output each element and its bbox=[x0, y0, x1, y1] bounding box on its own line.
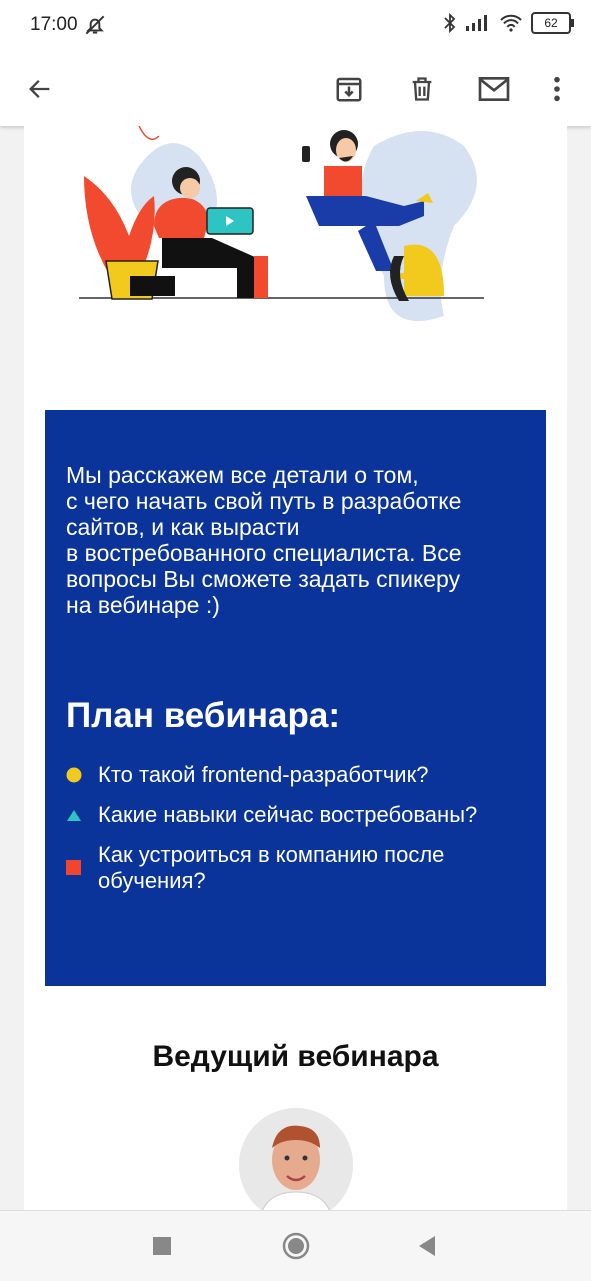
plan-item-text: Какие навыки сейчас востребованы? bbox=[98, 802, 478, 827]
plan-title: План вебинара: bbox=[66, 696, 341, 735]
host-title: Ведущий вебинара bbox=[152, 1040, 439, 1073]
archive-icon bbox=[336, 77, 362, 102]
mark-unread-button[interactable] bbox=[472, 67, 516, 111]
wifi-icon bbox=[500, 14, 522, 32]
signal-icon bbox=[466, 15, 487, 31]
circle-home-icon bbox=[282, 1232, 310, 1260]
mail-icon bbox=[478, 77, 510, 101]
arrow-back-icon bbox=[29, 80, 50, 98]
email-body: Мы расскажем все детали о том, с чего на… bbox=[0, 126, 591, 1210]
triangle-bullet-icon bbox=[66, 808, 98, 822]
status-bar: 17:00 62 bbox=[0, 0, 591, 52]
clock: 17:00 bbox=[30, 14, 78, 35]
battery-indicator: 62 bbox=[531, 12, 574, 34]
intro-text: Мы расскажем все детали о том, с чего на… bbox=[66, 462, 462, 618]
plan-item-text: Как устроиться в компанию после обучения… bbox=[98, 842, 445, 893]
muted-bell-icon bbox=[85, 15, 105, 35]
back-nav-button[interactable] bbox=[410, 1229, 444, 1263]
plan-item-skills: Какие навыки сейчас востребованы? bbox=[66, 802, 536, 828]
home-button[interactable] bbox=[279, 1229, 313, 1263]
system-navigation-bar bbox=[0, 1210, 591, 1281]
webinar-illustration bbox=[79, 126, 484, 321]
mail-toolbar bbox=[0, 52, 591, 126]
circle-bullet-icon bbox=[66, 767, 98, 783]
more-options-button[interactable] bbox=[535, 67, 579, 111]
bluetooth-icon bbox=[444, 13, 456, 33]
archive-button[interactable] bbox=[327, 67, 371, 111]
plan-item-text: Кто такой frontend-разработчик? bbox=[98, 762, 429, 787]
plan-item-who: Кто такой frontend-разработчик? bbox=[66, 762, 536, 788]
triangle-back-icon bbox=[419, 1236, 435, 1256]
status-icons: 62 bbox=[443, 12, 574, 34]
plan-item-job: Как устроиться в компанию после обучения… bbox=[66, 842, 536, 894]
back-button[interactable] bbox=[18, 67, 62, 111]
delete-button[interactable] bbox=[400, 67, 444, 111]
more-vert-icon bbox=[554, 76, 560, 102]
recents-button[interactable] bbox=[145, 1229, 179, 1263]
host-photo bbox=[239, 1108, 353, 1210]
square-bullet-icon bbox=[66, 860, 98, 876]
webinar-info-block: Мы расскажем все детали о том, с чего на… bbox=[45, 410, 546, 986]
square-recents-icon bbox=[153, 1237, 171, 1255]
plan-list: Кто такой frontend-разработчик? Какие на… bbox=[66, 762, 536, 908]
host-avatar bbox=[239, 1108, 353, 1210]
trash-icon bbox=[412, 77, 432, 101]
